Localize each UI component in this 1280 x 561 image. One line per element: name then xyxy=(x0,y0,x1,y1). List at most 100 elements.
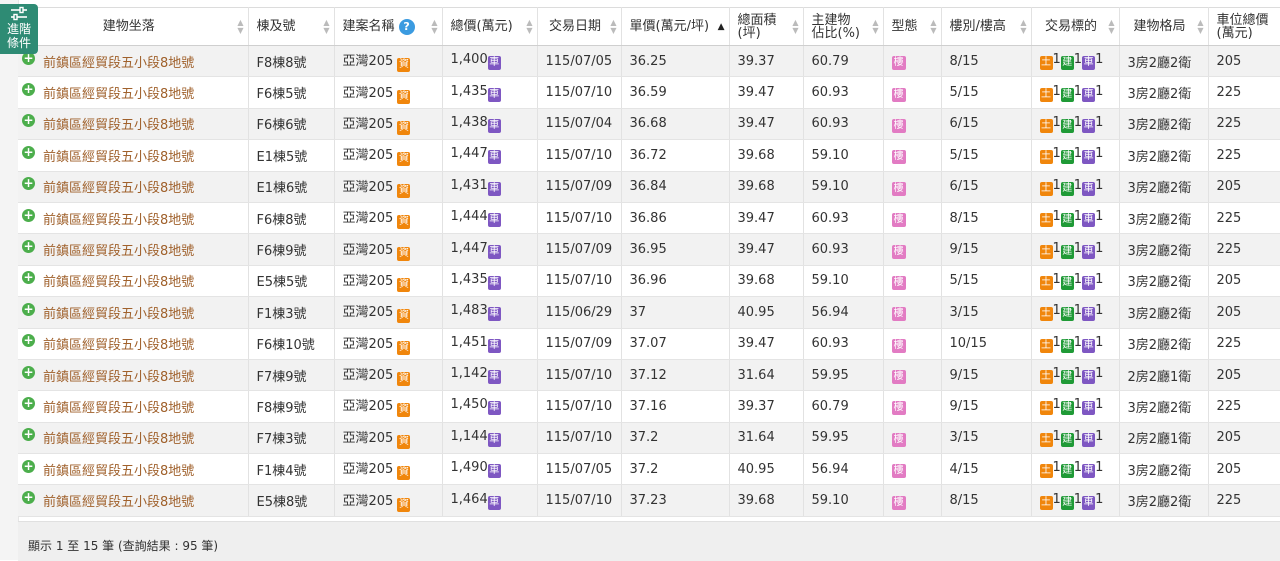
build-badge: 建 xyxy=(1060,464,1074,479)
build-badge: 建 xyxy=(1060,118,1074,133)
cell-target: 土1建1車1 xyxy=(1031,108,1120,141)
table-row[interactable]: + 前鎮區經貿段五小段8地號 F8棟9號 亞灣205 資 1,450 車 115/07/10… xyxy=(18,390,1280,423)
column-header-project[interactable]: 建案名稱? ▲ ▼ xyxy=(334,7,443,46)
column-header-area[interactable]: 總面積 (坪) ▲ ▼ xyxy=(729,7,804,46)
sort-icon[interactable]: ▲ ▼ xyxy=(1108,18,1114,35)
address-link[interactable]: 前鎮區經貿段五小段8地號 xyxy=(43,495,194,510)
sort-icon[interactable]: ▲ ▼ xyxy=(526,18,532,35)
project-info-badge[interactable]: 資 xyxy=(397,58,411,73)
project-info-badge[interactable]: 資 xyxy=(397,120,411,135)
column-header-unit_price[interactable]: 單價(萬元/坪) ▲ xyxy=(621,7,730,46)
column-header-target[interactable]: 交易標的 ▲ ▼ xyxy=(1031,7,1120,46)
help-icon[interactable]: ? xyxy=(398,18,415,35)
sort-icon[interactable]: ▲ ▼ xyxy=(1197,18,1203,35)
expand-row-icon[interactable]: + xyxy=(22,145,35,159)
sort-ascending-icon[interactable]: ▲ xyxy=(718,22,725,31)
column-header-total_price[interactable]: 總價(萬元) ▲ ▼ xyxy=(442,7,538,46)
sort-icon[interactable]: ▲ ▼ xyxy=(930,18,936,35)
expand-row-icon[interactable]: + xyxy=(22,428,35,442)
table-row[interactable]: + 前鎮區經貿段五小段8地號 E1棟5號 亞灣205 資 1,447 車 115/07/10… xyxy=(18,139,1280,172)
table-row[interactable]: + 前鎮區經貿段五小段8地號 E5棟8號 亞灣205 資 1,464 車 115/07/10… xyxy=(18,484,1280,517)
project-info-badge[interactable]: 資 xyxy=(397,183,411,198)
expand-row-icon[interactable]: + xyxy=(22,302,35,316)
build-badge: 建 xyxy=(1060,432,1074,447)
address-link[interactable]: 前鎮區經貿段五小段8地號 xyxy=(43,275,194,290)
column-header-floor[interactable]: 樓別/樓高 ▲ ▼ xyxy=(941,7,1032,46)
table-row[interactable]: + 前鎮區經貿段五小段8地號 F6棟9號 亞灣205 資 1,447 車 115/07/09… xyxy=(18,233,1280,266)
table-row[interactable]: + 前鎮區經貿段五小段8地號 E1棟6號 亞灣205 資 1,431 車 115/07/09… xyxy=(18,171,1280,203)
table-row[interactable]: + 前鎮區經貿段五小段8地號 F8棟8號 亞灣205 資 1,400 車 115/07/05… xyxy=(18,45,1280,78)
expand-row-icon[interactable]: + xyxy=(22,396,35,410)
table-row[interactable]: + 前鎮區經貿段五小段8地號 F1棟4號 亞灣205 資 1,490 車 115/07/05… xyxy=(18,453,1280,486)
column-header-date[interactable]: 交易日期 ▲ ▼ xyxy=(537,7,622,46)
address-link[interactable]: 前鎮區經貿段五小段8地號 xyxy=(43,118,194,133)
project-info-badge[interactable]: 資 xyxy=(397,309,411,324)
address-link[interactable]: 前鎮區經貿段五小段8地號 xyxy=(43,370,194,385)
expand-row-icon[interactable]: + xyxy=(22,491,35,505)
project-info-badge[interactable]: 資 xyxy=(397,466,411,481)
cell-floor: 5/15 xyxy=(941,139,1032,172)
sort-icon[interactable]: ▲ ▼ xyxy=(792,18,798,35)
expand-row-icon[interactable]: + xyxy=(22,208,35,222)
column-header-unit[interactable]: 棟及號 ▲ ▼ xyxy=(248,7,335,46)
column-header-type[interactable]: 型態 ▲ ▼ xyxy=(883,7,942,46)
expand-row-icon[interactable]: + xyxy=(22,365,35,379)
project-info-badge[interactable]: 資 xyxy=(397,434,411,449)
address-link[interactable]: 前鎮區經貿段五小段8地號 xyxy=(43,244,194,259)
address-link[interactable]: 前鎮區經貿段五小段8地號 xyxy=(43,213,194,228)
expand-row-icon[interactable]: + xyxy=(22,114,35,128)
sort-icon[interactable]: ▲ ▼ xyxy=(323,18,329,35)
advanced-filter-button[interactable]: 進階 條件 xyxy=(0,4,38,54)
project-info-badge[interactable]: 資 xyxy=(397,340,411,355)
sort-icon[interactable]: ▲ ▼ xyxy=(237,18,243,35)
address-link[interactable]: 前鎮區經貿段五小段8地號 xyxy=(43,56,194,71)
sort-icon[interactable]: ▲ ▼ xyxy=(431,18,437,35)
total-price-text: 1,450 xyxy=(450,397,488,413)
parking-text: 205 xyxy=(1216,53,1242,69)
table-row[interactable]: + 前鎮區經貿段五小段8地號 F7棟3號 亞灣205 資 1,144 車 115/07/10… xyxy=(18,422,1280,455)
expand-row-icon[interactable]: + xyxy=(22,459,35,473)
project-info-badge[interactable]: 資 xyxy=(397,246,411,261)
table-row[interactable]: + 前鎮區經貿段五小段8地號 F6棟10號 亞灣205 資 1,451 車 115/07/0… xyxy=(18,328,1280,360)
project-info-badge[interactable]: 資 xyxy=(397,277,411,292)
address-link[interactable]: 前鎮區經貿段五小段8地號 xyxy=(43,338,194,353)
address-link[interactable]: 前鎮區經貿段五小段8地號 xyxy=(43,401,194,416)
expand-row-icon[interactable]: + xyxy=(22,240,35,254)
project-info-badge[interactable]: 資 xyxy=(397,152,411,167)
main-ratio-text: 60.93 xyxy=(811,116,849,132)
car-count: 1 xyxy=(1095,460,1104,476)
expand-row-icon[interactable]: + xyxy=(22,271,35,285)
project-info-badge[interactable]: 資 xyxy=(397,403,411,418)
sort-icon[interactable]: ▲ ▼ xyxy=(872,18,878,35)
column-header-label: 單價(萬元/坪) xyxy=(629,19,710,34)
project-info-badge[interactable]: 資 xyxy=(397,215,411,230)
sort-icon[interactable]: ▲ ▼ xyxy=(610,18,616,35)
project-info-badge[interactable]: 資 xyxy=(397,372,411,387)
address-link[interactable]: 前鎮區經貿段五小段8地號 xyxy=(43,181,194,196)
address-link[interactable]: 前鎮區經貿段五小段8地號 xyxy=(43,87,194,102)
table-row[interactable]: + 前鎮區經貿段五小段8地號 F6棟6號 亞灣205 資 1,438 車 115/07/04… xyxy=(18,108,1280,141)
table-row[interactable]: + 前鎮區經貿段五小段8地號 F1棟3號 亞灣205 資 1,483 車 115/06/29… xyxy=(18,296,1280,329)
cell-area: 39.47 xyxy=(729,233,804,266)
main-ratio-text: 60.93 xyxy=(811,210,849,226)
sort-icon[interactable]: ▲ ▼ xyxy=(1020,18,1026,35)
address-link[interactable]: 前鎮區經貿段五小段8地號 xyxy=(43,307,194,322)
column-header-layout[interactable]: 建物格局 ▲ ▼ xyxy=(1119,7,1209,46)
address-link[interactable]: 前鎮區經貿段五小段8地號 xyxy=(43,464,194,479)
expand-row-icon[interactable]: + xyxy=(22,177,35,191)
table-row[interactable]: + 前鎮區經貿段五小段8地號 F7棟9號 亞灣205 資 1,142 車 115/07/10… xyxy=(18,359,1280,392)
column-header-main_ratio[interactable]: 主建物 佔比(%) ▲ ▼ xyxy=(803,7,884,46)
project-info-badge[interactable]: 資 xyxy=(397,89,411,104)
expand-row-icon[interactable]: + xyxy=(22,83,35,97)
project-info-badge[interactable]: 資 xyxy=(397,497,411,512)
car-badge: 車 xyxy=(487,275,501,290)
column-header-parking[interactable]: 車位總價(萬元)▲▼ xyxy=(1208,7,1280,46)
column-header-address[interactable]: 建物坐落 ▲ ▼ xyxy=(18,7,249,46)
car-badge: 車 xyxy=(1082,495,1096,510)
expand-row-icon[interactable]: + xyxy=(22,334,35,348)
table-row[interactable]: + 前鎮區經貿段五小段8地號 F6棟5號 亞灣205 資 1,435 車 115/07/10… xyxy=(18,76,1280,109)
address-link[interactable]: 前鎮區經貿段五小段8地號 xyxy=(43,150,194,165)
address-link[interactable]: 前鎮區經貿段五小段8地號 xyxy=(43,432,194,447)
table-row[interactable]: + 前鎮區經貿段五小段8地號 E5棟5號 亞灣205 資 1,435 車 115/07/10… xyxy=(18,265,1280,298)
table-row[interactable]: + 前鎮區經貿段五小段8地號 F6棟8號 亞灣205 資 1,444 車 115/07/10… xyxy=(18,202,1280,235)
